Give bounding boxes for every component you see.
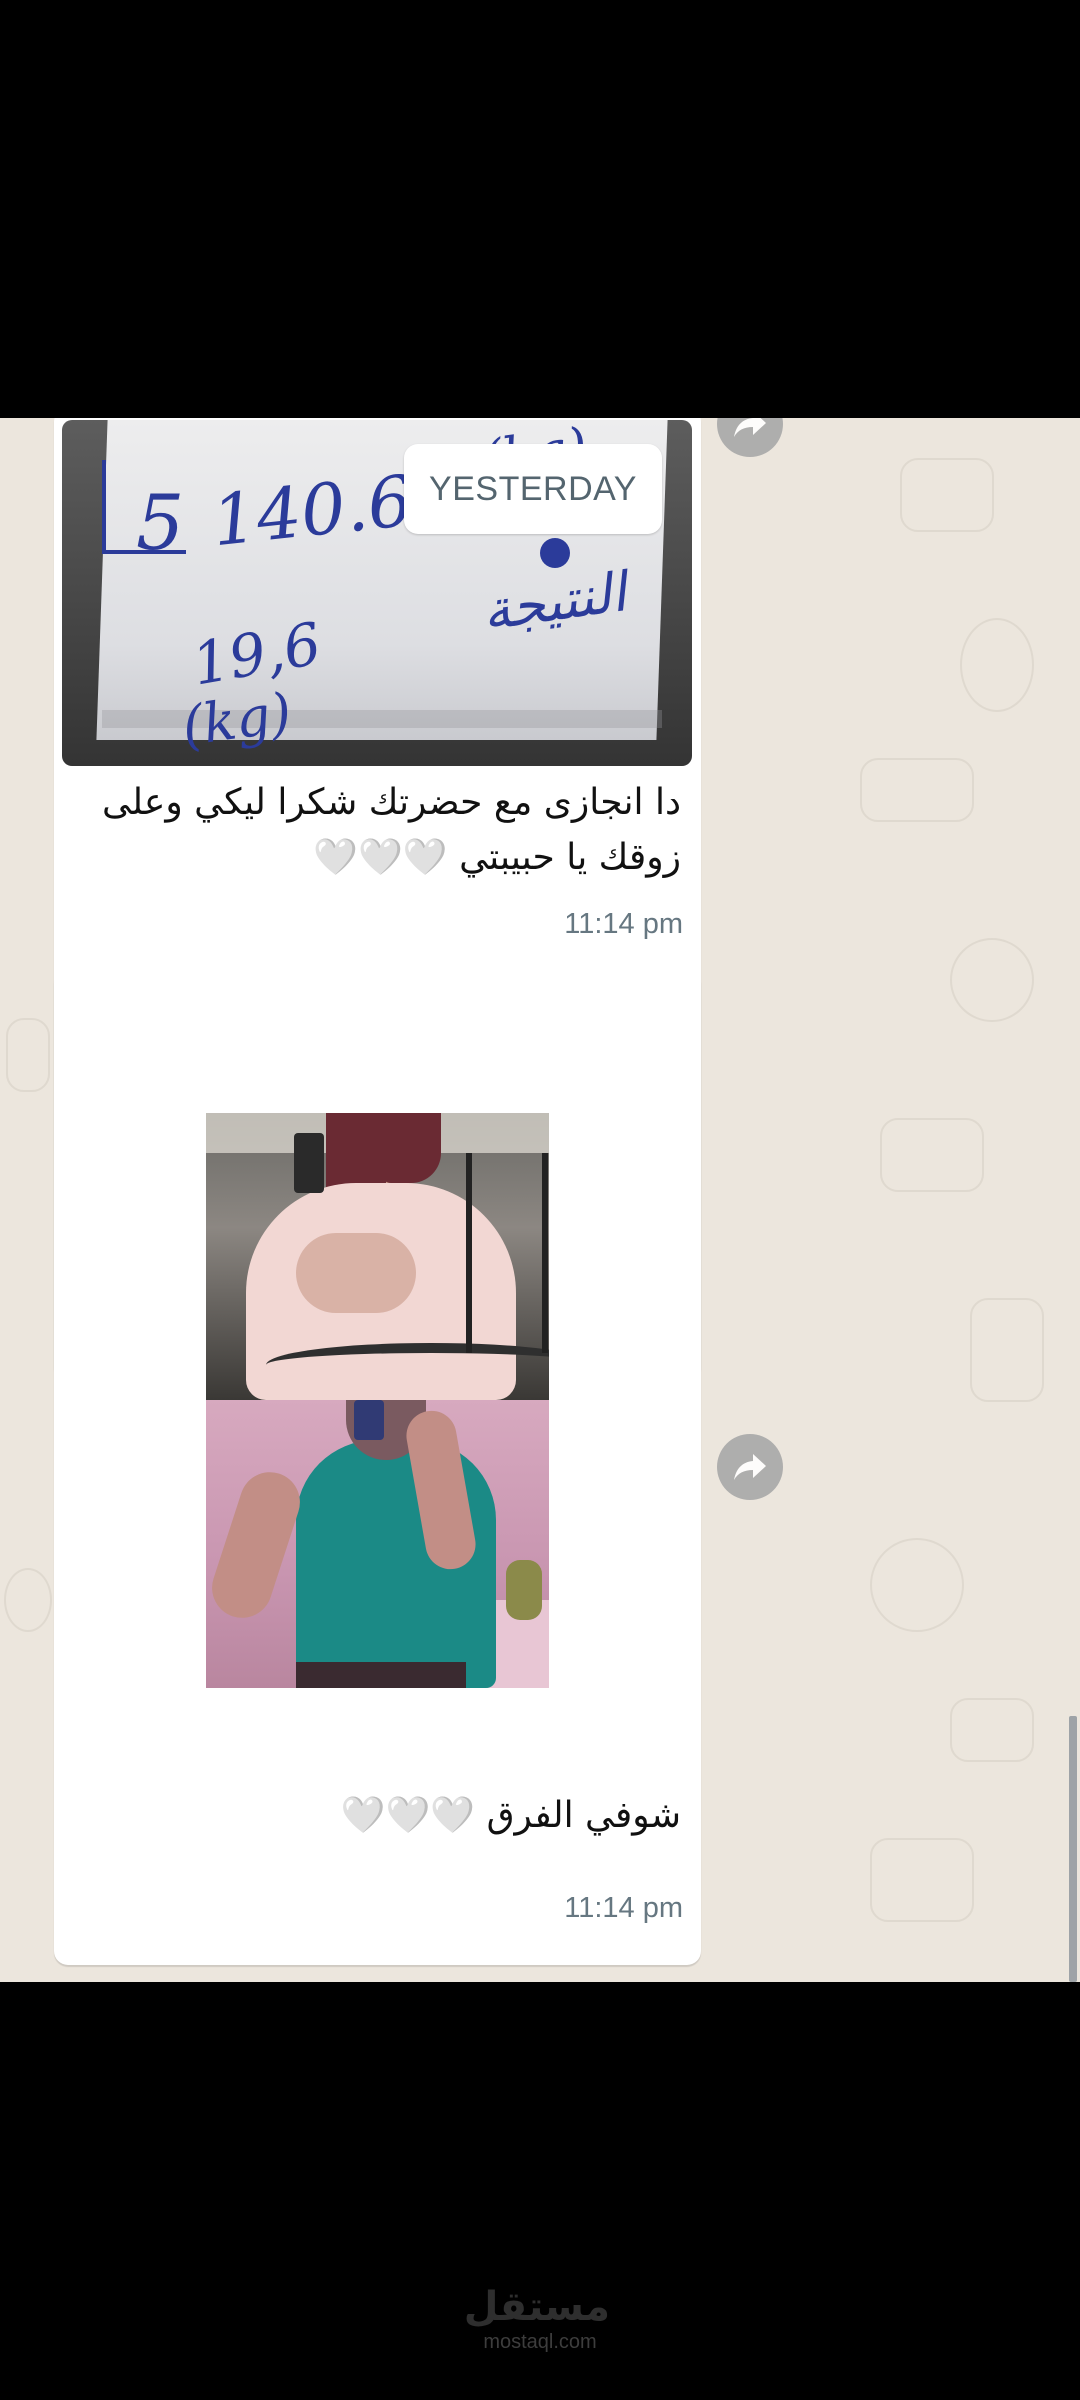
- phone: [294, 1133, 324, 1193]
- before-after-photo[interactable]: [206, 1113, 549, 1688]
- forward-icon: [734, 418, 766, 437]
- ink-box-digit: 5: [136, 478, 185, 567]
- watermark-arabic: مستقل: [463, 2284, 610, 2330]
- machine-frame: [466, 1153, 548, 1353]
- arm: [296, 1233, 416, 1313]
- message-time: 11:14 pm: [564, 1892, 683, 1924]
- date-separator: YESTERDAY: [404, 444, 662, 534]
- wallpaper-doodle: [880, 1118, 984, 1192]
- shirt-teal: [296, 1440, 496, 1688]
- wallpaper-doodle: [6, 1018, 50, 1092]
- wallpaper-doodle: [950, 938, 1034, 1022]
- scrollbar[interactable]: [1069, 1716, 1077, 1982]
- wallpaper-doodle: [950, 1698, 1034, 1762]
- headscarf: [381, 1113, 441, 1183]
- chat-area[interactable]: 5 140.6 (kg) النتيجة 19,6 (kg) دا انجازى…: [0, 418, 1080, 1982]
- before-photo: [206, 1113, 549, 1400]
- watermark-latin: mostaql.com: [483, 2331, 597, 2353]
- forward-icon: [734, 1454, 766, 1480]
- pants: [296, 1662, 466, 1688]
- phone: [354, 1400, 384, 1440]
- wallpaper-doodle: [4, 1568, 52, 1632]
- mostaql-watermark: مستقل mostaql.com: [463, 2284, 610, 2364]
- wallpaper-doodle: [900, 458, 994, 532]
- wallpaper-doodle: [870, 1538, 964, 1632]
- screenshot-frame: 5 140.6 (kg) النتيجة 19,6 (kg) دا انجازى…: [0, 0, 1080, 2400]
- wallpaper-doodle: [860, 758, 974, 822]
- ink-unit-bottom: (kg): [178, 680, 296, 759]
- message-time: 11:14 pm: [564, 908, 683, 940]
- arm: [206, 1464, 308, 1626]
- message-bubble[interactable]: شوفي الفرق 🤍🤍🤍 11:14 pm: [54, 970, 701, 1965]
- wallpaper-doodle: [960, 618, 1034, 712]
- message-text: دا انجازى مع حضرتك شكرا ليكي وعلى زوقك ي…: [101, 782, 681, 878]
- message-text: شوفي الفرق 🤍🤍🤍: [340, 1795, 681, 1836]
- wallpaper-doodle: [870, 1838, 974, 1922]
- after-photo: [206, 1400, 549, 1688]
- forward-button[interactable]: [717, 1434, 783, 1500]
- ink-dot: [540, 538, 570, 568]
- wallpaper-doodle: [970, 1298, 1044, 1402]
- forward-button[interactable]: [717, 418, 783, 457]
- bag: [506, 1560, 542, 1620]
